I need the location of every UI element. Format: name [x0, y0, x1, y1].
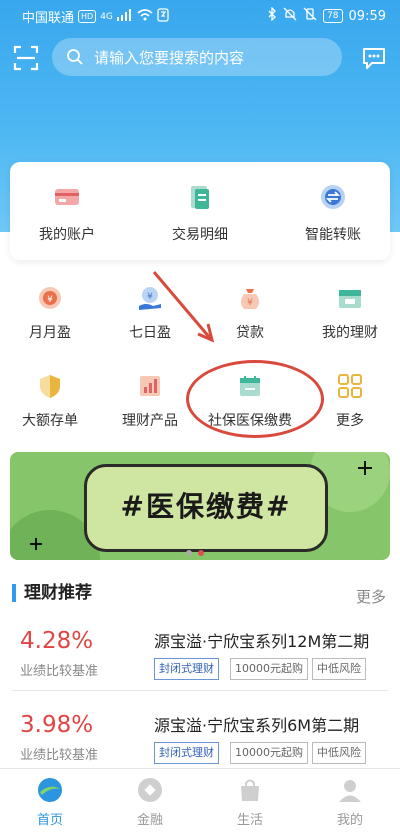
scan-icon — [13, 45, 39, 71]
grid-monthly-label: 月月盈 — [29, 325, 71, 341]
quick-smart-transfer[interactable]: 智能转账 — [278, 182, 388, 244]
banner-hash-right: # — [266, 490, 292, 523]
message-button[interactable] — [360, 44, 388, 72]
status-bar: 中国联通 HD 4G 78 09:59 — [0, 0, 400, 32]
grid-large-deposit-label: 大额存单 — [22, 413, 78, 429]
clock: 09:59 — [348, 8, 386, 24]
mute-vibrate-icon — [303, 7, 317, 25]
tab-mine-label: 我的 — [336, 813, 363, 828]
tab-life-label: 生活 — [236, 813, 263, 828]
card-icon — [52, 182, 82, 212]
product-rate-desc: 业绩比较基准 — [20, 664, 99, 679]
banner-title: #医保缴费# — [87, 485, 325, 525]
quick-transaction-detail[interactable]: 交易明细 — [145, 182, 255, 244]
product-tag-min-amount: 10000元起购 — [230, 742, 308, 764]
quick-my-account-label: 我的账户 — [39, 227, 95, 243]
quick-my-account[interactable]: 我的账户 — [12, 182, 122, 244]
hd-badge: HD — [78, 10, 97, 23]
quick-actions-card: 我的账户 交易明细 智能转账 — [10, 162, 390, 260]
product-tag-min-amount: 10000元起购 — [230, 658, 308, 680]
pagination-dot — [186, 550, 192, 556]
search-input[interactable] — [92, 38, 336, 78]
tab-mine[interactable]: 我的 — [310, 777, 390, 828]
promo-banner[interactable]: #医保缴费# — [10, 452, 390, 560]
deposit-icon — [36, 372, 64, 400]
battery-indicator: 78 — [323, 9, 343, 23]
quick-transfer-label: 智能转账 — [305, 227, 361, 243]
grid-wealth-products-label: 理财产品 — [122, 413, 178, 429]
loan-icon: ¥ — [236, 284, 264, 312]
grid-my-wealth-label: 我的理财 — [322, 325, 378, 341]
section-title: 理财推荐 — [12, 584, 92, 602]
search-icon — [67, 49, 83, 65]
banner-hash-left: # — [120, 490, 146, 523]
pagination-dot-active — [198, 550, 204, 556]
bottom-tab-bar: 首页 金融 生活 我的 — [0, 768, 400, 832]
product-item[interactable]: 4.28% 业绩比较基准 源宝溢·宁欣宝系列12M第二期 封闭式理财 10000… — [0, 628, 400, 704]
product-tag-risk: 中低风险 — [312, 742, 366, 764]
monthly-icon: ¥ — [36, 284, 64, 312]
tab-life[interactable]: 生活 — [210, 777, 290, 828]
product-tag-closed: 封闭式理财 — [154, 658, 219, 680]
more-grid-icon — [336, 372, 364, 400]
tab-finance[interactable]: 金融 — [110, 777, 190, 828]
chat-bubble-icon — [363, 48, 385, 69]
product-icon — [136, 372, 164, 400]
product-rate: 4.28% — [20, 628, 94, 654]
transaction-icon — [185, 182, 215, 212]
product-rate: 3.98% — [20, 712, 94, 738]
banner-board: #医保缴费# — [84, 464, 328, 552]
grid-wealth-products[interactable]: 理财产品 — [102, 372, 198, 430]
banner-text: 医保缴费 — [145, 490, 266, 523]
svg-text:¥: ¥ — [247, 298, 253, 308]
tab-home-label: 首页 — [36, 813, 63, 828]
home-logo-icon — [37, 777, 63, 803]
grid-large-deposit[interactable]: 大额存单 — [2, 372, 98, 430]
carrier-label: 中国联通 — [22, 11, 75, 26]
network-label: 4G — [100, 11, 113, 22]
shopping-bag-icon — [237, 777, 263, 803]
annotation-circle — [186, 360, 324, 438]
section-more-link[interactable]: 更多 — [356, 586, 386, 607]
transfer-icon — [318, 182, 348, 212]
banner-pagination — [186, 550, 204, 556]
search-bar[interactable] — [52, 38, 342, 78]
grid-monthly[interactable]: ¥ 月月盈 — [2, 284, 98, 342]
tab-home[interactable]: 首页 — [10, 777, 90, 828]
product-name: 源宝溢·宁欣宝系列12M第二期 — [154, 632, 370, 651]
signal-icon — [116, 8, 133, 25]
app-notification-icon — [157, 7, 169, 26]
grid-my-wealth[interactable]: 我的理财 — [302, 284, 398, 342]
wealth-icon — [336, 284, 364, 312]
divider — [12, 690, 388, 691]
user-icon — [337, 777, 363, 803]
product-rate-desc: 业绩比较基准 — [20, 748, 99, 763]
finance-icon — [137, 777, 163, 803]
annotation-arrow — [152, 271, 215, 343]
mute-bell-icon — [283, 7, 297, 25]
tab-finance-label: 金融 — [136, 813, 163, 828]
product-name: 源宝溢·宁欣宝系列6M第二期 — [154, 716, 360, 735]
product-tag-closed: 封闭式理财 — [154, 742, 219, 764]
wifi-icon — [137, 8, 153, 25]
quick-transaction-label: 交易明细 — [172, 227, 228, 243]
product-tag-risk: 中低风险 — [312, 658, 366, 680]
bluetooth-icon — [267, 6, 277, 25]
svg-text:¥: ¥ — [47, 295, 53, 305]
scan-button[interactable] — [12, 44, 40, 72]
